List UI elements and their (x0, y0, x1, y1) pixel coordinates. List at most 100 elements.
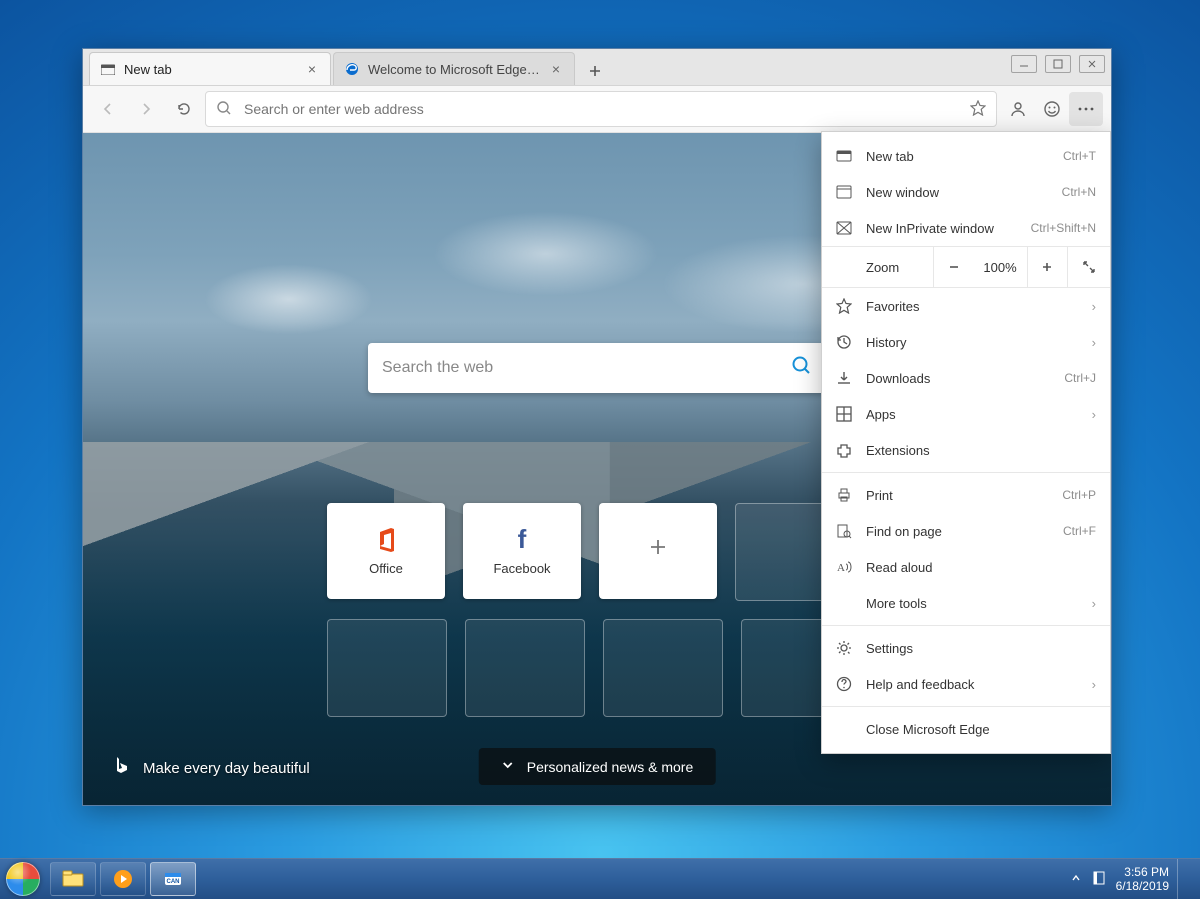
download-icon (836, 370, 852, 386)
tile-office[interactable]: Office (327, 503, 445, 599)
tile-label: Office (369, 561, 403, 576)
zoom-value: 100% (973, 260, 1027, 275)
action-center-icon[interactable] (1092, 871, 1106, 888)
facebook-icon: f (509, 527, 535, 553)
taskbar-pinned: CAN (50, 862, 196, 896)
menu-label: Help and feedback (866, 677, 1078, 692)
speed-dial-tiles: Office f Facebook (327, 503, 867, 735)
menu-label: Extensions (866, 443, 1096, 458)
feedback-smiley-button[interactable] (1035, 92, 1069, 126)
show-desktop-button[interactable] (1177, 859, 1190, 899)
tab-strip: New tab × Welcome to Microsoft Edge Can…… (83, 49, 1111, 86)
tile-add[interactable] (599, 503, 717, 599)
menu-label: History (866, 335, 1078, 350)
svg-text:A: A (837, 562, 845, 574)
menu-close-edge[interactable]: Close Microsoft Edge (822, 711, 1110, 747)
settings-menu-button[interactable] (1069, 92, 1103, 126)
taskbar-edge-canary[interactable]: CAN (150, 862, 196, 896)
window-icon (836, 184, 852, 200)
toolbar (83, 86, 1111, 133)
menu-shortcut: Ctrl+F (1063, 524, 1096, 538)
extension-icon (836, 442, 852, 458)
address-input[interactable] (242, 100, 960, 118)
close-window-button[interactable] (1079, 55, 1105, 73)
taskbar-explorer[interactable] (50, 862, 96, 896)
taskbar-date: 6/18/2019 (1116, 879, 1169, 893)
menu-label: Read aloud (866, 560, 1096, 575)
menu-item-read-aloud[interactable]: A Read aloud (822, 549, 1110, 585)
tab-welcome[interactable]: Welcome to Microsoft Edge Can… × (333, 52, 575, 85)
menu-item-favorites[interactable]: Favorites › (822, 288, 1110, 324)
menu-zoom-row: Zoom 100% (822, 246, 1110, 288)
close-tab-icon[interactable]: × (304, 61, 320, 77)
chevron-right-icon: › (1092, 299, 1096, 314)
start-button[interactable] (0, 859, 46, 899)
tile-empty[interactable] (327, 619, 447, 717)
address-bar[interactable] (205, 91, 997, 127)
plus-icon (645, 534, 671, 560)
menu-item-help-and-feedback[interactable]: Help and feedback› (822, 666, 1110, 702)
menu-shortcut: Ctrl+N (1062, 185, 1096, 199)
taskbar-time: 3:56 PM (1116, 865, 1169, 879)
menu-shortcut: Ctrl+P (1062, 488, 1096, 502)
menu-item-settings[interactable]: Settings (822, 630, 1110, 666)
back-button[interactable] (91, 92, 125, 126)
minimize-button[interactable] (1011, 55, 1037, 73)
menu-item-new-inprivate-window[interactable]: New InPrivate windowCtrl+Shift+N (822, 210, 1110, 246)
tile-empty[interactable] (465, 619, 585, 717)
zoom-out-button[interactable] (933, 247, 973, 287)
menu-item-new-tab[interactable]: New tabCtrl+T (822, 138, 1110, 174)
tab-new-tab[interactable]: New tab × (89, 52, 331, 85)
tray-chevron-icon[interactable] (1070, 872, 1082, 887)
menu-label: New InPrivate window (866, 221, 1017, 236)
chevron-right-icon: › (1092, 335, 1096, 350)
taskbar-media-player[interactable] (100, 862, 146, 896)
ntp-search-box[interactable]: Search the web (368, 343, 826, 393)
chevron-right-icon: › (1092, 596, 1096, 611)
menu-item-find-on-page[interactable]: Find on page Ctrl+F (822, 513, 1110, 549)
find-icon (836, 523, 852, 539)
tile-facebook[interactable]: f Facebook (463, 503, 581, 599)
menu-item-history[interactable]: History › (822, 324, 1110, 360)
menu-label: Settings (866, 641, 1096, 656)
fullscreen-button[interactable] (1067, 247, 1110, 287)
chevron-down-icon (501, 758, 515, 775)
tab-title: Welcome to Microsoft Edge Can… (368, 62, 540, 77)
app-menu: New tabCtrl+T New window Ctrl+N New InPriva… (821, 131, 1111, 754)
menu-shortcut: Ctrl+J (1064, 371, 1096, 385)
menu-label: Favorites (866, 299, 1078, 314)
newtab-icon (100, 61, 116, 77)
office-icon (373, 527, 399, 553)
zoom-label: Zoom (866, 260, 933, 275)
menu-item-apps[interactable]: Apps› (822, 396, 1110, 432)
menu-label: Find on page (866, 524, 1049, 539)
forward-button[interactable] (129, 92, 163, 126)
zoom-in-button[interactable] (1027, 247, 1067, 287)
bing-slogan[interactable]: Make every day beautiful (113, 755, 310, 781)
search-icon[interactable] (790, 354, 812, 382)
taskbar-clock[interactable]: 3:56 PM 6/18/2019 (1116, 865, 1169, 893)
history-icon (836, 334, 852, 350)
menu-item-more-tools[interactable]: More tools› (822, 585, 1110, 621)
menu-item-new-window[interactable]: New window Ctrl+N (822, 174, 1110, 210)
menu-item-extensions[interactable]: Extensions (822, 432, 1110, 468)
tile-empty[interactable] (603, 619, 723, 717)
chevron-right-icon: › (1092, 407, 1096, 422)
close-tab-icon[interactable]: × (548, 61, 564, 77)
personalized-news-button[interactable]: Personalized news & more (479, 748, 716, 785)
system-tray: 3:56 PM 6/18/2019 (1070, 865, 1169, 893)
read-icon: A (836, 559, 852, 575)
menu-label: New window (866, 185, 1048, 200)
profile-button[interactable] (1001, 92, 1035, 126)
bing-icon (113, 755, 131, 781)
inprivate-icon (836, 220, 852, 236)
menu-item-print[interactable]: PrintCtrl+P (822, 477, 1110, 513)
windows-taskbar: CAN 3:56 PM 6/18/2019 (0, 858, 1200, 899)
windows-logo-icon (6, 862, 40, 896)
apps-icon (836, 406, 852, 422)
menu-item-downloads[interactable]: DownloadsCtrl+J (822, 360, 1110, 396)
refresh-button[interactable] (167, 92, 201, 126)
new-tab-button[interactable] (581, 57, 609, 85)
favorite-star-icon[interactable] (970, 100, 986, 119)
maximize-button[interactable] (1045, 55, 1071, 73)
